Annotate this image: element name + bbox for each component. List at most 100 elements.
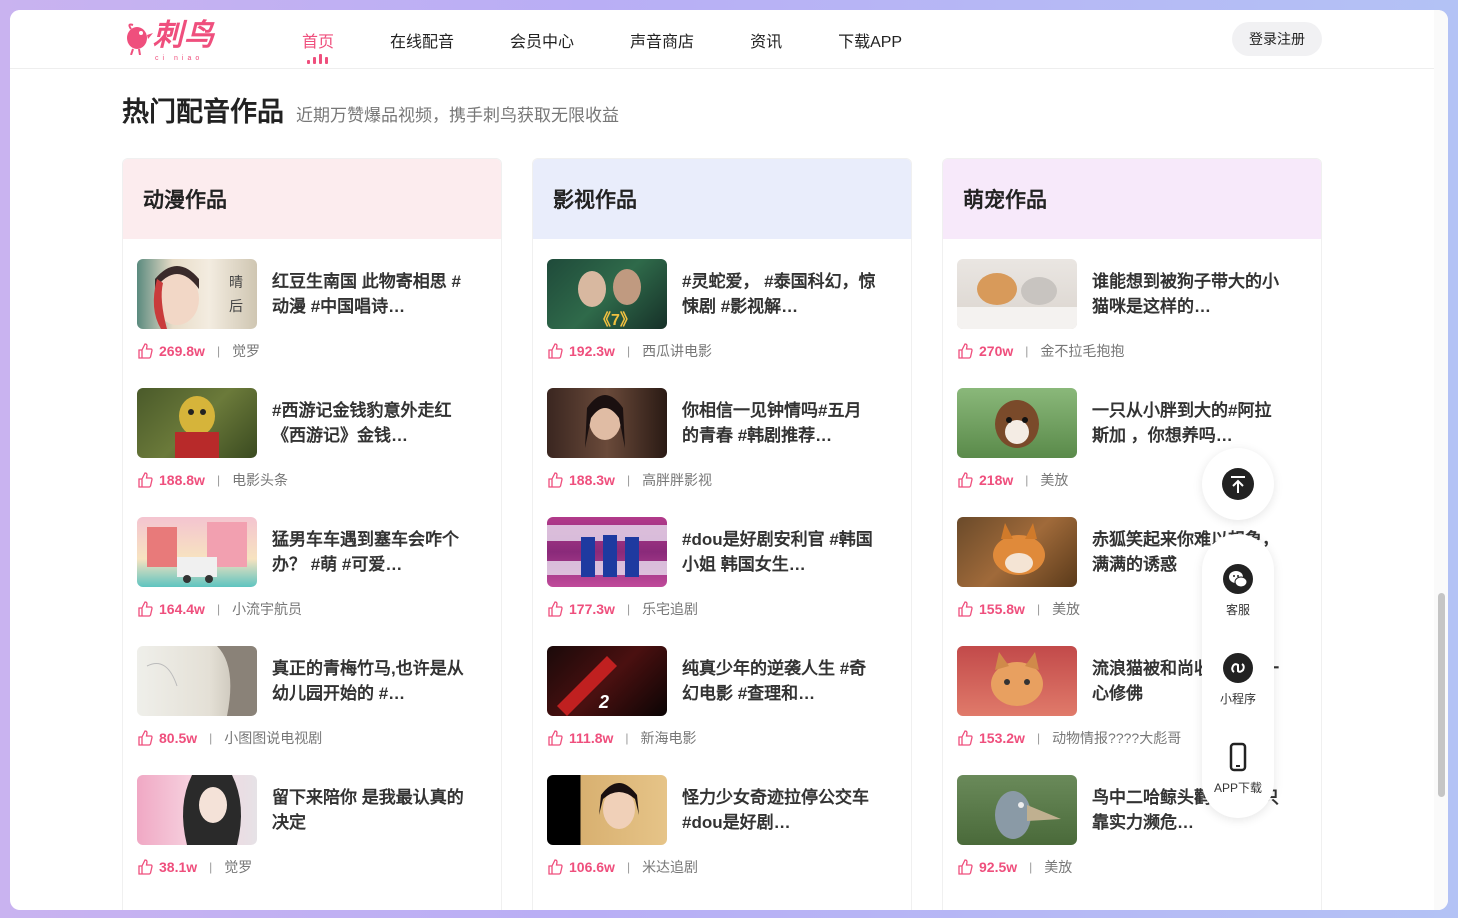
- column-title: 影视作品: [533, 159, 911, 239]
- work-item[interactable]: 谁能想到被狗子带大的小猫咪是这样的… 270w | 金不拉毛抱抱: [957, 259, 1317, 369]
- like-count: 188.8w: [159, 472, 205, 488]
- section-title: 热门配音作品: [122, 97, 284, 127]
- work-title: 真正的青梅竹马,也许是从幼儿园开始的 #…: [272, 659, 464, 703]
- work-item[interactable]: 《7》 #灵蛇爱， #泰国科幻，惊悚剧 #影视解… 192.3w | 西瓜讲电影: [547, 259, 907, 369]
- work-meta: 106.6w | 米达追剧: [547, 857, 698, 877]
- thumbs-up-icon: [958, 730, 973, 746]
- like-count: 164.4w: [159, 601, 205, 617]
- work-meta: 218w | 美放: [957, 470, 1068, 490]
- thumbnail-image: [547, 517, 667, 587]
- nav-item-download-app[interactable]: 下载APP: [838, 28, 902, 52]
- nav-item-home[interactable]: 首页: [302, 28, 335, 64]
- customer-service-button[interactable]: 客服: [1202, 564, 1274, 618]
- top-navbar: 刺鸟 ci niao 首页 在线配音 会员中心 声音商店 资讯 下载APP 登录…: [10, 10, 1434, 69]
- nav-item-online-dubbing[interactable]: 在线配音: [390, 28, 454, 52]
- nav-item-member-center[interactable]: 会员中心: [510, 28, 574, 52]
- work-title: 猛男车车遇到塞车会咋个办？ #萌 #可爱…: [272, 530, 459, 574]
- thumbs-up-icon: [138, 472, 153, 488]
- author-name: 觉罗: [224, 859, 253, 875]
- login-register-button[interactable]: 登录注册: [1232, 22, 1322, 56]
- separator: |: [1036, 731, 1041, 745]
- work-title: 纯真少年的逆袭人生 #奇幻电影 #查理和…: [682, 659, 867, 703]
- thumbnail-image: [957, 259, 1077, 329]
- separator: |: [626, 473, 631, 487]
- thumbnail-image: 晴后: [137, 259, 257, 329]
- main-nav: 首页 在线配音 会员中心 声音商店 资讯 下载APP: [302, 28, 958, 64]
- work-title: 你相信一见钟情吗#五月的青春 #韩剧推荐…: [682, 401, 862, 445]
- like-count: 92.5w: [979, 859, 1018, 875]
- work-title: #dou是好剧安利官 #韩国小姐 韩国女生…: [682, 530, 873, 574]
- nav-item-news[interactable]: 资讯: [750, 28, 782, 52]
- section-subtitle: 近期万赞爆品视频，携手刺鸟获取无限收益: [296, 106, 619, 125]
- work-item[interactable]: 你相信一见钟情吗#五月的青春 #韩剧推荐… 188.3w | 高胖胖影视: [547, 388, 907, 498]
- thumbs-up-icon: [548, 472, 563, 488]
- work-item[interactable]: 2 纯真少年的逆袭人生 #奇幻电影 #查理和… 111.8w | 新海电影: [547, 646, 907, 756]
- app-download-button[interactable]: APP下载: [1202, 742, 1274, 796]
- float-label: 小程序: [1219, 692, 1256, 706]
- nav-label: 在线配音: [390, 34, 455, 51]
- thumbs-up-icon: [958, 472, 973, 488]
- work-title: 怪力少女奇迹拉停公交车 #dou是好剧…: [682, 788, 869, 832]
- separator: |: [1036, 602, 1041, 616]
- thumbs-up-icon: [138, 730, 153, 746]
- separator: |: [1029, 860, 1033, 874]
- work-title: #灵蛇爱， #泰国科幻，惊悚剧 #影视解…: [682, 272, 876, 316]
- work-meta: 270w | 金不拉毛抱抱: [957, 341, 1124, 361]
- like-count: 270w: [979, 343, 1014, 359]
- work-title: 一只从小胖到大的#阿拉斯加 ，你想养吗…: [1092, 401, 1272, 445]
- author-name: 小流宇航员: [232, 601, 303, 617]
- author-name: 高胖胖影视: [642, 472, 713, 488]
- work-meta: 38.1w | 觉罗: [137, 857, 252, 877]
- work-item[interactable]: #dou是好剧安利官 #韩国小姐 韩国女生… 177.3w | 乐宅追剧: [547, 517, 907, 627]
- thumbs-up-icon: [958, 601, 973, 617]
- back-to-top-button[interactable]: [1202, 448, 1274, 520]
- nav-label: 下载APP: [838, 34, 903, 51]
- author-name: 美放: [1052, 601, 1081, 617]
- work-item[interactable]: 留下来陪你 是我最认真的决定 38.1w | 觉罗: [137, 775, 497, 885]
- thumbs-up-icon: [548, 601, 563, 617]
- nav-item-voice-store[interactable]: 声音商店: [630, 28, 694, 52]
- work-item[interactable]: 晴后 红豆生南国 此物寄相思 #动漫 #中国唱诗… 269.8w | 觉罗: [137, 259, 497, 369]
- thumbnail-image: [957, 388, 1077, 458]
- svg-text:2: 2: [598, 692, 609, 712]
- svg-text:后: 后: [229, 298, 243, 314]
- like-count: 192.3w: [569, 343, 615, 359]
- author-name: 美放: [1044, 859, 1073, 875]
- thumbs-up-icon: [958, 343, 973, 359]
- work-item[interactable]: 猛男车车遇到塞车会咋个办？ #萌 #可爱… 164.4w | 小流宇航员: [137, 517, 497, 627]
- mini-program-button[interactable]: 小程序: [1202, 653, 1274, 707]
- floating-toolbar: 客服 小程序 APP下载: [1202, 534, 1274, 818]
- thumbnail-image: [957, 646, 1077, 716]
- work-meta: 155.8w | 美放: [957, 599, 1080, 619]
- logo-text: 刺鸟: [153, 19, 215, 52]
- like-count: 155.8w: [979, 601, 1025, 617]
- thumbs-up-icon: [138, 601, 153, 617]
- separator: |: [216, 602, 221, 616]
- work-item[interactable]: 怪力少女奇迹拉停公交车 #dou是好剧… 106.6w | 米达追剧: [547, 775, 907, 885]
- author-name: 金不拉毛抱抱: [1040, 343, 1125, 359]
- svg-text:晴: 晴: [229, 274, 243, 290]
- work-meta: 177.3w | 乐宅追剧: [547, 599, 698, 619]
- nav-label: 声音商店: [630, 34, 695, 51]
- author-name: 乐宅追剧: [642, 601, 699, 617]
- browser-window: 刺鸟 ci niao 首页 在线配音 会员中心 声音商店 资讯 下载APP 登录…: [10, 10, 1448, 910]
- logo[interactable]: 刺鸟 ci niao: [123, 19, 215, 62]
- like-count: 106.6w: [569, 859, 615, 875]
- author-name: 西瓜讲电影: [642, 343, 713, 359]
- author-name: 动物情报????大彪哥: [1052, 730, 1182, 746]
- column-title: 萌宠作品: [943, 159, 1321, 239]
- scrollbar-thumb[interactable]: [1438, 593, 1445, 797]
- svg-text:《7》: 《7》: [595, 311, 636, 329]
- work-item[interactable]: 真正的青梅竹马,也许是从幼儿园开始的 #… 80.5w | 小图图说电视剧: [137, 646, 497, 756]
- float-label: 客服: [1225, 603, 1250, 617]
- like-count: 153.2w: [979, 730, 1025, 746]
- wechat-icon: [1223, 564, 1253, 594]
- separator: |: [625, 731, 629, 745]
- work-item[interactable]: #西游记金钱豹意外走红《西游记》金钱… 188.8w | 电影头条: [137, 388, 497, 498]
- nav-label: 首页: [302, 34, 335, 51]
- thumbnail-image: 2: [547, 646, 667, 716]
- thumbs-up-icon: [548, 730, 563, 746]
- separator: |: [626, 860, 631, 874]
- separator: |: [216, 344, 221, 358]
- separator: |: [626, 344, 631, 358]
